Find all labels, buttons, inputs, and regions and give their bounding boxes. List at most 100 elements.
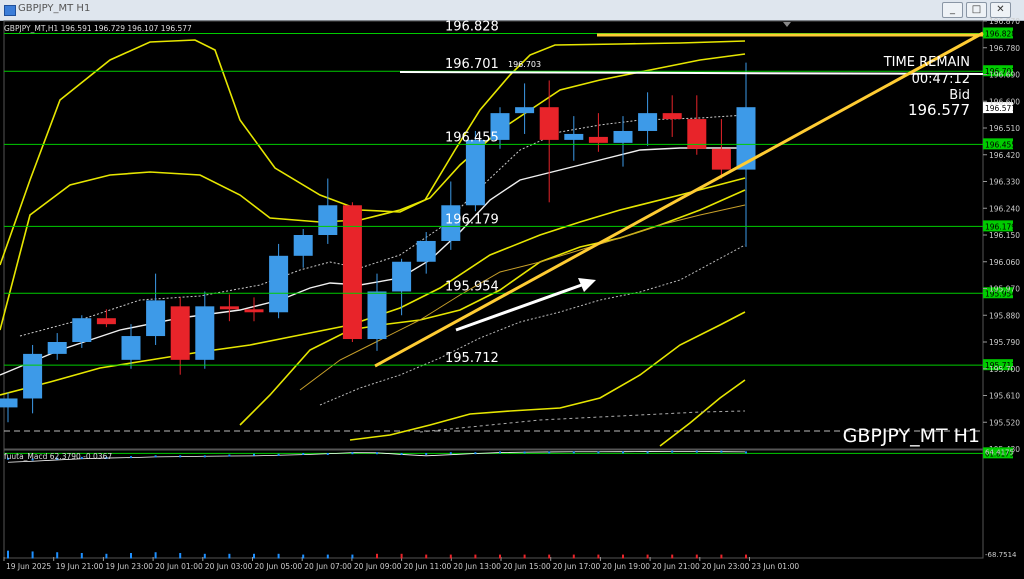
- signal-dot: [277, 453, 280, 456]
- level-label: 195.712: [445, 351, 499, 366]
- signal-dot: [695, 450, 698, 453]
- y-tick-label: 196.510: [989, 124, 1020, 133]
- time-remain-value: 00:47:12: [912, 72, 970, 87]
- candle-bullish: [416, 240, 436, 262]
- y-tick-label: 195.880: [989, 311, 1020, 320]
- x-tick-label: 20 Jun 17:00: [553, 562, 601, 571]
- x-tick-label: 20 Jun 09:00: [354, 562, 402, 571]
- signal-dot: [597, 451, 600, 454]
- candle-bullish: [0, 398, 18, 408]
- signal-dot: [425, 452, 428, 455]
- signal-dot: [720, 450, 723, 453]
- signal-dot: [523, 451, 526, 454]
- y-tick-label: 195.520: [989, 418, 1020, 427]
- macd-tick-label: -68.7514: [985, 551, 1017, 559]
- signal-dot: [400, 452, 403, 455]
- signal-dot: [154, 455, 157, 458]
- signal-dot: [253, 453, 255, 456]
- candle-bearish: [711, 148, 731, 170]
- level-label: 195.954: [445, 279, 499, 294]
- y-tick-label: 196.150: [989, 231, 1020, 240]
- level-extra-label: 196.703: [508, 60, 541, 69]
- candle-bullish: [613, 130, 633, 143]
- level-label: 196.828: [445, 19, 499, 34]
- signal-dot: [646, 451, 649, 454]
- candle-bearish: [539, 107, 559, 140]
- x-tick-label: 20 Jun 23:00: [702, 562, 750, 571]
- x-tick-label: 20 Jun 07:00: [304, 562, 352, 571]
- candle-bullish: [638, 113, 658, 131]
- x-tick-label: 20 Jun 13:00: [453, 562, 501, 571]
- x-tick-label: 20 Jun 11:00: [404, 562, 452, 571]
- candle-bullish: [515, 107, 535, 114]
- bid-value: 196.577: [908, 101, 970, 119]
- candle-bearish: [96, 318, 116, 325]
- candle-bullish: [367, 291, 387, 340]
- x-tick-label: 19 Jun 21:00: [56, 562, 104, 571]
- signal-dot: [474, 452, 477, 455]
- x-tick-label: 20 Jun 05:00: [255, 562, 303, 571]
- candle-bullish: [72, 318, 92, 342]
- candle-bullish: [293, 235, 313, 256]
- candle-bullish: [318, 205, 338, 235]
- candle-bullish: [564, 133, 584, 140]
- y-tick-label: 196.330: [989, 178, 1020, 187]
- y-tick-label: 196.870: [989, 17, 1020, 26]
- candle-bullish: [47, 342, 67, 354]
- x-tick-label: 20 Jun 15:00: [503, 562, 551, 571]
- candle-bearish: [219, 306, 239, 310]
- candle-bullish: [121, 336, 141, 360]
- y-tick-label: 196.060: [989, 258, 1020, 267]
- y-tick-label: 196.780: [989, 44, 1020, 53]
- signal-dot: [351, 452, 354, 455]
- symbol-watermark: GBPJPY_MT H1: [843, 425, 980, 447]
- signal-dot: [302, 452, 305, 455]
- x-tick-label: 19 Jun 2025: [6, 562, 51, 571]
- candle-bullish: [465, 139, 485, 206]
- level-label: 196.179: [445, 212, 499, 227]
- signal-dot: [572, 451, 575, 454]
- signal-dot: [203, 455, 206, 458]
- y-tick-label: 196.240: [989, 204, 1020, 213]
- signal-dot: [228, 454, 231, 457]
- candle-bullish: [392, 261, 412, 292]
- chart-background: [0, 21, 1024, 579]
- y-tick-label: 196.690: [989, 71, 1020, 80]
- level-label: 196.701: [445, 57, 499, 72]
- signal-dot: [130, 456, 132, 459]
- signal-dot: [449, 452, 452, 455]
- candle-bearish: [662, 113, 682, 120]
- candle-bearish: [244, 309, 264, 313]
- candle-bearish: [342, 205, 362, 340]
- y-tick-label: 195.610: [989, 392, 1020, 401]
- x-tick-label: 20 Jun 19:00: [602, 562, 650, 571]
- signal-dot: [548, 451, 551, 454]
- candle-bearish: [588, 136, 608, 143]
- candle-bullish: [146, 300, 166, 337]
- time-remain-label: TIME REMAIN: [883, 55, 970, 70]
- signal-dot: [671, 450, 674, 453]
- signal-dot: [179, 455, 182, 458]
- x-tick-label: 23 Jun 01:00: [752, 562, 800, 571]
- x-tick-label: 20 Jun 01:00: [155, 562, 203, 571]
- y-tick-label: 195.970: [989, 285, 1020, 294]
- macd-header: fuuta_Macd 62.3790 -0.0367: [4, 452, 112, 461]
- level-label: 196.455: [445, 130, 499, 145]
- signal-dot: [499, 451, 501, 454]
- price-chart[interactable]: 196.828 196.701 196.455 196.179 195.954 195.7…: [0, 0, 1024, 579]
- signal-dot: [326, 452, 329, 455]
- candle-bullish: [23, 353, 43, 399]
- candle-bullish: [195, 306, 215, 360]
- macd-tick-label: 64.4175: [985, 448, 1014, 456]
- x-tick-label: 20 Jun 21:00: [652, 562, 700, 571]
- candle-bearish: [170, 306, 190, 360]
- candle-bullish: [269, 255, 289, 313]
- level-price-tag-label: 196.455: [985, 140, 1016, 149]
- signal-dot: [745, 451, 747, 454]
- x-tick-label: 19 Jun 23:00: [105, 562, 153, 571]
- chart-header: GBPJPY_MT,H1 196.591 196.729 196.107 196…: [4, 24, 192, 33]
- signal-dot: [622, 451, 624, 454]
- x-tick-label: 20 Jun 03:00: [205, 562, 253, 571]
- y-tick-label: 195.700: [989, 365, 1020, 374]
- y-tick-label: 196.600: [989, 97, 1020, 106]
